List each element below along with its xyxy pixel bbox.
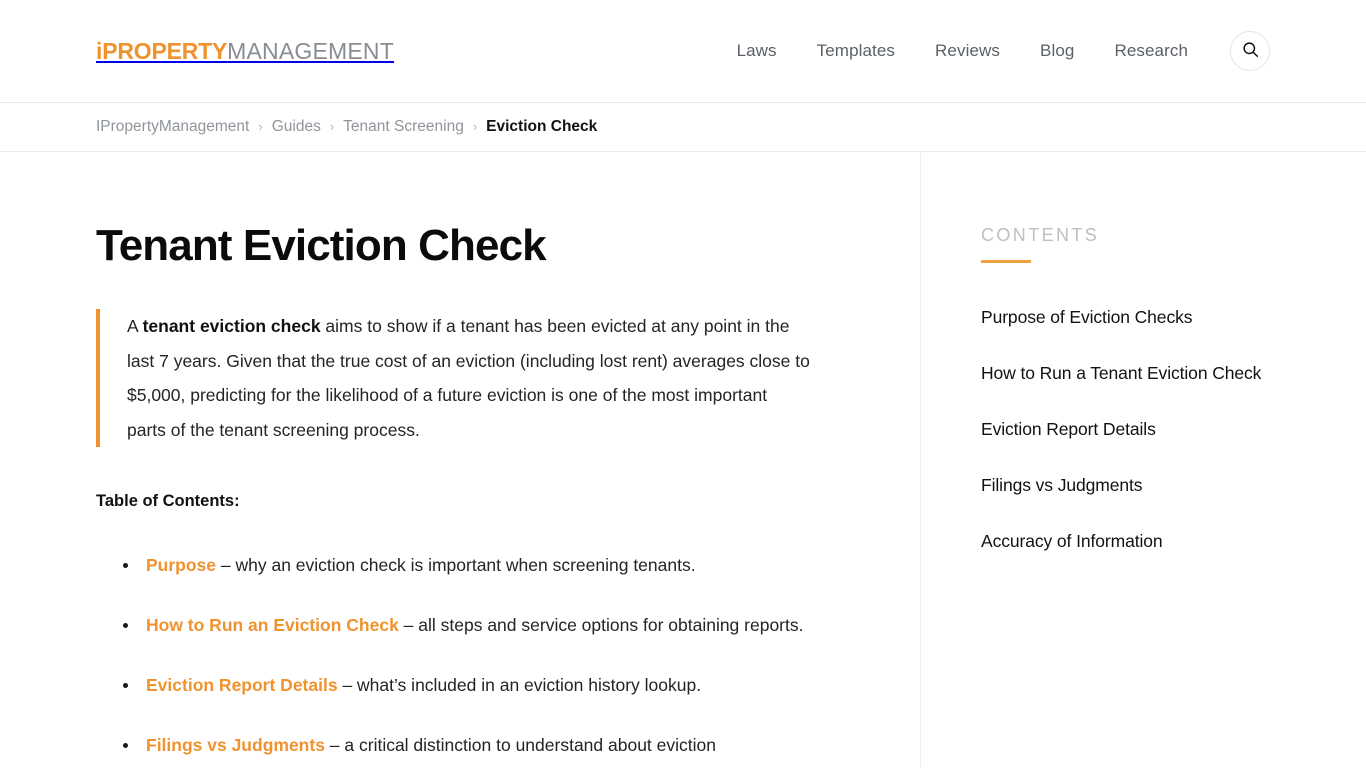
toc-description: – why an eviction check is important whe… <box>216 555 696 576</box>
list-item: Eviction Report Details <box>981 415 1270 444</box>
nav-item-laws[interactable]: Laws <box>717 35 797 67</box>
list-item: How to Run an Eviction Check – all steps… <box>123 609 810 642</box>
breadcrumb-item-guides[interactable]: Guides <box>272 118 321 136</box>
sidebar-item-how-to-run-a-tenant-eviction-check[interactable]: How to Run a Tenant Eviction Check <box>981 359 1270 388</box>
contents-heading: CONTENTS <box>981 225 1100 245</box>
toc-description: – all steps and service options for obta… <box>398 615 804 636</box>
sidebar-item-accuracy-of-information[interactable]: Accuracy of Information <box>981 527 1270 556</box>
nav-item-blog[interactable]: Blog <box>1020 35 1094 67</box>
list-item: Eviction Report Details – what’s include… <box>123 669 810 702</box>
main-navigation: Laws Templates Reviews Blog Research <box>717 31 1270 71</box>
list-item: Purpose – why an eviction check is impor… <box>123 549 810 582</box>
search-button[interactable] <box>1230 31 1270 71</box>
list-item: Filings vs Judgments <box>981 471 1270 500</box>
chevron-right-icon: › <box>329 118 335 134</box>
chevron-right-icon: › <box>258 118 263 134</box>
nav-item-reviews[interactable]: Reviews <box>915 35 1020 67</box>
page-title: Tenant Eviction Check <box>96 221 547 270</box>
breadcrumb-item-current: Eviction Check <box>486 118 598 135</box>
toc-link-filings-vs-judgments[interactable]: Filings vs Judgments <box>146 735 325 755</box>
list-item: How to Run a Tenant Eviction Check <box>981 359 1270 388</box>
list-item: Filings vs Judgments – a critical distin… <box>123 729 810 762</box>
logo-secondary-text: MANAGEMENT <box>227 37 394 64</box>
toc-description: – a critical distinction to understand a… <box>324 735 716 756</box>
sidebar-item-purpose-of-eviction-checks[interactable]: Purpose of Eviction Checks <box>981 303 1270 332</box>
contents-sidebar: CONTENTS Purpose of Eviction Checks How … <box>920 152 1270 768</box>
contents-list: Purpose of Eviction Checks How to Run a … <box>981 303 1270 556</box>
logo-primary-text: PROPERTY <box>102 37 228 64</box>
toc-link-how-to-run[interactable]: How to Run an Eviction Check <box>146 615 399 635</box>
breadcrumb-bar: IPropertyManagement › Guides › Tenant Sc… <box>0 103 1366 152</box>
table-of-contents-list: Purpose – why an eviction check is impor… <box>96 549 810 762</box>
article-content: Tenant Eviction Check A tenant eviction … <box>96 152 920 768</box>
table-of-contents-label: Table of Contents: <box>96 492 240 511</box>
sidebar-item-eviction-report-details[interactable]: Eviction Report Details <box>981 415 1270 444</box>
search-icon <box>1242 41 1259 61</box>
breadcrumb-item-home[interactable]: IPropertyManagement <box>96 118 249 136</box>
intro-text-lead: A <box>127 316 143 337</box>
toc-link-report-details[interactable]: Eviction Report Details <box>146 675 338 695</box>
contents-heading-rule <box>981 260 1031 263</box>
intro-callout: A tenant eviction check aims to show if … <box>96 309 810 448</box>
nav-item-templates[interactable]: Templates <box>797 35 915 67</box>
site-logo[interactable]: iPROPERTYMANAGEMENT <box>96 37 394 64</box>
nav-item-research[interactable]: Research <box>1094 35 1208 67</box>
toc-description: – what’s included in an eviction history… <box>337 675 702 696</box>
intro-paragraph: A tenant eviction check aims to show if … <box>127 309 810 447</box>
breadcrumb-item-tenant-screening[interactable]: Tenant Screening <box>343 118 464 136</box>
breadcrumb: IPropertyManagement › Guides › Tenant Sc… <box>96 118 597 136</box>
site-header: iPROPERTYMANAGEMENT Laws Templates Revie… <box>0 0 1366 103</box>
intro-bold-term: tenant eviction check <box>142 316 321 337</box>
sidebar-item-filings-vs-judgments[interactable]: Filings vs Judgments <box>981 471 1270 500</box>
list-item: Accuracy of Information <box>981 527 1270 556</box>
chevron-right-icon: › <box>472 118 478 134</box>
list-item: Purpose of Eviction Checks <box>981 303 1270 332</box>
toc-link-purpose[interactable]: Purpose <box>146 555 216 575</box>
page-wrapper: Tenant Eviction Check A tenant eviction … <box>0 152 1366 768</box>
